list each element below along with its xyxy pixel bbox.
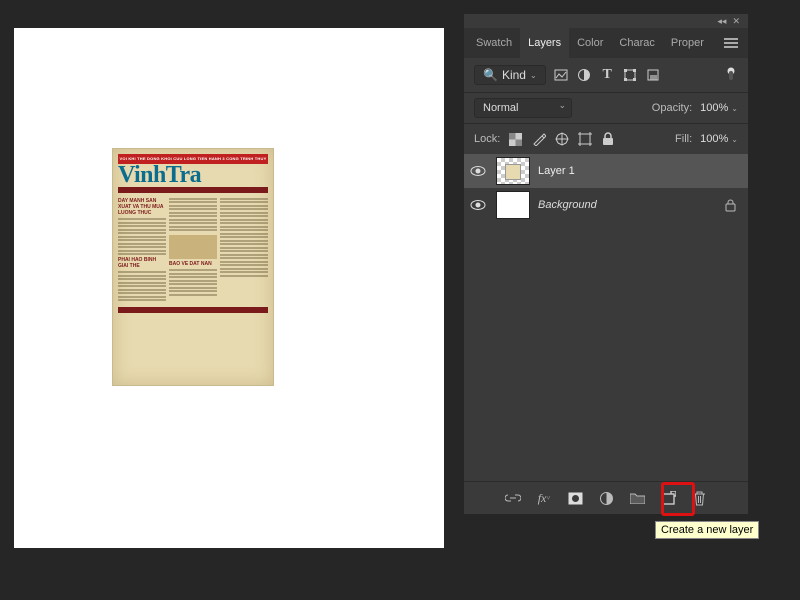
blend-mode-dropdown[interactable]: Normal bbox=[474, 98, 572, 118]
layers-panel-footer: fx˅ bbox=[464, 481, 748, 514]
lock-label: Lock: bbox=[474, 133, 500, 145]
newspaper-headline: DAY MANH SAN XUAT VA THU MUA LUONG THUC bbox=[118, 198, 166, 216]
lock-row: Lock: Fill: 100%⌄ bbox=[464, 123, 748, 154]
lock-transparency-icon[interactable] bbox=[508, 132, 523, 147]
visibility-toggle-icon[interactable] bbox=[470, 199, 488, 211]
adjustment-layer-icon[interactable] bbox=[597, 489, 615, 507]
search-icon: 🔍 bbox=[483, 68, 498, 82]
add-mask-icon[interactable] bbox=[566, 489, 584, 507]
link-layers-icon[interactable] bbox=[504, 489, 522, 507]
tab-color[interactable]: Color bbox=[569, 28, 611, 58]
layers-list: Layer 1 Background bbox=[464, 154, 748, 481]
layer-thumbnail[interactable] bbox=[496, 157, 530, 185]
new-layer-icon[interactable] bbox=[659, 489, 677, 507]
fill-label: Fill: bbox=[675, 133, 692, 145]
delete-layer-icon[interactable] bbox=[690, 489, 708, 507]
panel-close-icon[interactable]: ✕ bbox=[732, 16, 740, 27]
opacity-value[interactable]: 100%⌄ bbox=[700, 102, 738, 114]
blend-row: Normal Opacity: 100%⌄ bbox=[464, 92, 748, 123]
opacity-label: Opacity: bbox=[652, 102, 692, 114]
newspaper-photo bbox=[169, 235, 217, 259]
filter-toggle-icon[interactable] bbox=[723, 68, 738, 83]
filter-adjustment-icon[interactable] bbox=[577, 68, 592, 83]
lock-icon[interactable] bbox=[725, 199, 736, 212]
newspaper-headline: BAO VE DAT NAN bbox=[169, 261, 217, 267]
lock-all-icon[interactable] bbox=[600, 132, 615, 147]
filter-shape-icon[interactable] bbox=[623, 68, 638, 83]
newspaper-footer-bar bbox=[118, 307, 268, 313]
filter-kind-label: Kind bbox=[502, 68, 526, 82]
document-newspaper: VOI KHI THE DONG KHOI CUU LONG TIEN HANH… bbox=[112, 148, 274, 386]
newspaper-headline: PHAI HAO BINH GIAI THE bbox=[118, 257, 166, 269]
filter-type-icon[interactable]: T bbox=[600, 68, 615, 83]
layer-name[interactable]: Layer 1 bbox=[538, 165, 575, 177]
layers-panel: ◂◂ ✕ Swatch Layers Color Charac Proper 🔍… bbox=[464, 14, 748, 514]
layer-row[interactable]: Layer 1 bbox=[464, 154, 748, 188]
tab-swatches[interactable]: Swatch bbox=[468, 28, 520, 58]
tab-character[interactable]: Charac bbox=[611, 28, 662, 58]
tooltip: Create a new layer bbox=[655, 521, 759, 539]
new-group-icon[interactable] bbox=[628, 489, 646, 507]
layer-effects-icon[interactable]: fx˅ bbox=[535, 489, 553, 507]
layer-thumbnail[interactable] bbox=[496, 191, 530, 219]
panel-menu-icon[interactable] bbox=[718, 32, 744, 54]
panel-collapse-icon[interactable]: ◂◂ bbox=[717, 16, 726, 27]
filter-pixel-icon[interactable] bbox=[554, 68, 569, 83]
filter-smart-icon[interactable] bbox=[646, 68, 661, 83]
panel-tabs: Swatch Layers Color Charac Proper bbox=[464, 28, 748, 58]
layer-name[interactable]: Background bbox=[538, 199, 597, 211]
lock-artboard-icon[interactable] bbox=[577, 132, 592, 147]
fill-value[interactable]: 100%⌄ bbox=[700, 133, 738, 145]
filter-kind-dropdown[interactable]: 🔍 Kind ⌄ bbox=[474, 65, 546, 85]
lock-position-icon[interactable] bbox=[554, 132, 569, 147]
tab-layers[interactable]: Layers bbox=[520, 28, 569, 58]
canvas-area[interactable]: VOI KHI THE DONG KHOI CUU LONG TIEN HANH… bbox=[14, 28, 444, 548]
layer-filter-row: 🔍 Kind ⌄ T bbox=[464, 58, 748, 92]
tab-properties[interactable]: Proper bbox=[663, 28, 712, 58]
visibility-toggle-icon[interactable] bbox=[470, 165, 488, 177]
newspaper-masthead: VinhTra bbox=[118, 164, 268, 186]
layer-row[interactable]: Background bbox=[464, 188, 748, 222]
lock-pixels-icon[interactable] bbox=[531, 132, 546, 147]
